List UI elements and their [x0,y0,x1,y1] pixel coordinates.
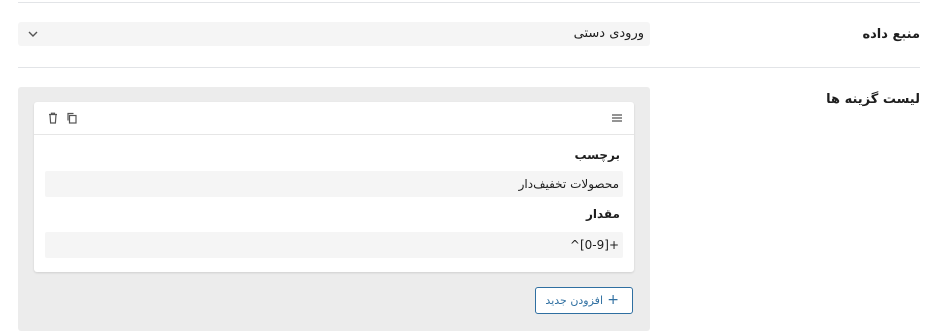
options-list-panel: برچسب محصولات تخفیف‌دار مقدار ^[0-9]+ + … [18,87,650,331]
option-item-header [34,102,634,135]
data-source-selected-value: ورودی دستی [573,26,644,41]
trash-icon[interactable] [46,111,60,125]
copy-icon[interactable] [65,111,79,125]
option-label-value: محصولات تخفیف‌دار [518,177,619,191]
chevron-down-icon [28,31,38,37]
top-divider [18,2,920,3]
option-value-value: ^[0-9]+ [569,238,619,252]
add-new-button-label: افزودن جدید [545,294,603,307]
option-label-input[interactable]: محصولات تخفیف‌دار [45,171,623,197]
data-source-label: منبع داده [862,27,920,42]
option-value-title: مقدار [585,207,620,221]
option-value-input[interactable]: ^[0-9]+ [45,232,623,258]
option-label-title: برچسب [574,148,620,162]
data-source-select[interactable]: ورودی دستی [18,22,650,46]
add-new-button[interactable]: + افزودن جدید [535,287,633,314]
plus-icon: + [607,292,619,308]
option-item-card: برچسب محصولات تخفیف‌دار مقدار ^[0-9]+ [34,102,634,272]
options-list-label: لیست گزینه ها [826,92,920,107]
section-divider [18,67,920,68]
drag-handle-icon[interactable] [610,111,624,125]
